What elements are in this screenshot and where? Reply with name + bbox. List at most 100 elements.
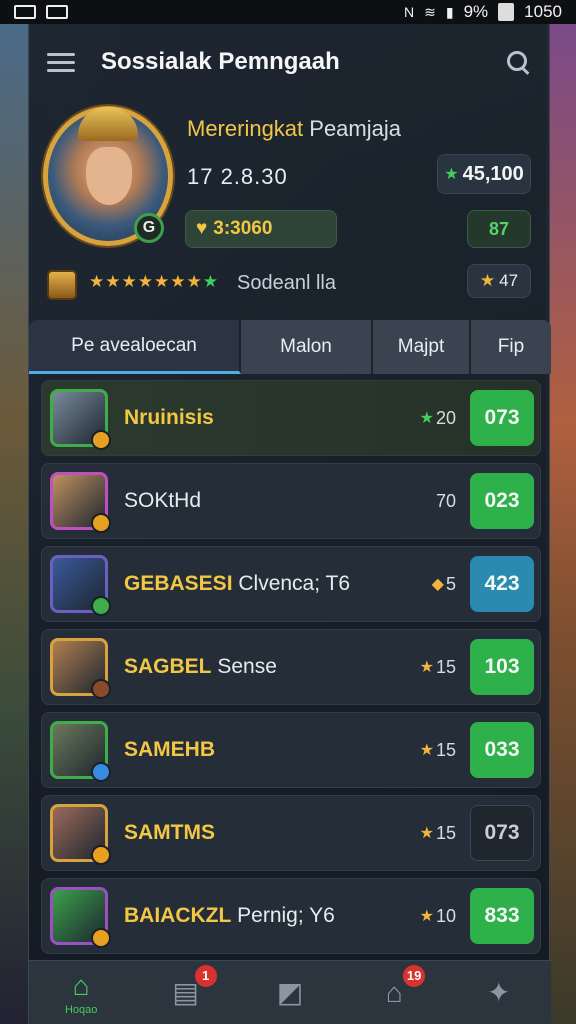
bottom-navigation: ⌂ Hoqao ▤ 1 ◩ ⌂ 19 ✦ bbox=[29, 960, 551, 1024]
player-name-highlight: Nruinisis bbox=[124, 406, 214, 429]
hero-avatar bbox=[50, 887, 111, 948]
tab-overview[interactable]: Pe avealoecan bbox=[29, 320, 241, 374]
page-title: Sossialak Pemngaah bbox=[101, 48, 340, 75]
stat-value: 70 bbox=[435, 490, 456, 511]
hero-avatar bbox=[50, 721, 111, 782]
rank-dot-icon bbox=[91, 679, 111, 699]
sim-icon bbox=[14, 5, 36, 19]
player-name-highlight: GEBASESI bbox=[124, 572, 233, 595]
menu-icon[interactable] bbox=[47, 52, 75, 72]
nav-item-inbox[interactable]: ▤ 1 bbox=[151, 963, 221, 1023]
nfc-icon: N bbox=[404, 4, 415, 20]
notification-badge: 1 bbox=[194, 964, 217, 987]
hero-avatar bbox=[50, 472, 111, 533]
nav-item-guild[interactable]: ⌂ 19 bbox=[359, 963, 429, 1023]
points-pill[interactable]: ★ 45,100 bbox=[437, 154, 531, 194]
leaderboard-list: Nruinisis ★ 20 073 SOKtHd 70 023 GEBASES… bbox=[41, 380, 541, 961]
player-avatar[interactable]: G bbox=[43, 106, 173, 246]
score-badge[interactable]: 073 bbox=[470, 390, 534, 446]
stat-value: 10 bbox=[435, 905, 456, 926]
green-star-icon: ★ bbox=[202, 272, 219, 291]
tab-fip[interactable]: Fip bbox=[471, 320, 551, 374]
table-row[interactable]: Nruinisis ★ 20 073 bbox=[41, 380, 541, 456]
signal-icon: ▮ bbox=[445, 3, 454, 20]
stat-icon: ★ bbox=[419, 908, 434, 925]
rank-dot-icon bbox=[91, 762, 111, 782]
table-row[interactable]: SAGBEL Sense ★ 15 103 bbox=[41, 629, 541, 705]
score-badge[interactable]: 033 bbox=[470, 722, 534, 778]
rank-dot-icon bbox=[91, 596, 111, 616]
pet-icon: ✦ bbox=[487, 977, 511, 1008]
rank-dot-icon bbox=[91, 845, 111, 865]
app-bar: Sossialak Pemngaah bbox=[29, 24, 549, 100]
image-icon bbox=[46, 5, 68, 19]
stat-icon: ★ bbox=[419, 742, 434, 759]
level-badge: G bbox=[134, 213, 164, 243]
player-name-highlight: SAMTMS bbox=[124, 821, 215, 844]
table-row[interactable]: GEBASESI Clvenca; T6 ◆ 5 423 bbox=[41, 546, 541, 622]
score-badge[interactable]: 023 bbox=[470, 473, 534, 529]
nav-item-pet[interactable]: ✦ bbox=[464, 963, 534, 1023]
player-name-highlight: SAGBEL bbox=[124, 655, 212, 678]
player-stat: ★ 15 bbox=[420, 823, 456, 844]
player-name: SAGBEL Sense bbox=[124, 655, 420, 679]
search-icon[interactable] bbox=[505, 49, 531, 75]
player-stat: ◆ 5 bbox=[432, 574, 456, 595]
player-name-rest: Sense bbox=[211, 655, 277, 678]
battery-percent: 9% bbox=[463, 2, 489, 21]
heart-icon: ♥ bbox=[196, 218, 208, 239]
player-stat: ★ 15 bbox=[420, 740, 456, 761]
player-name-rest: Pernig; Y6 bbox=[231, 904, 335, 927]
score-badge[interactable]: 073 bbox=[470, 805, 534, 861]
player-name: GEBASESI Clvenca; T6 bbox=[124, 572, 432, 596]
chest-icon[interactable] bbox=[47, 270, 77, 300]
rank-title-rest: Peamjaja bbox=[303, 116, 401, 141]
coins-value: 3:3060 bbox=[213, 218, 273, 239]
star-icon: ★ bbox=[444, 166, 459, 183]
stat-icon: ★ bbox=[419, 825, 434, 842]
player-name: BAIACKZL Pernig; Y6 bbox=[124, 904, 420, 928]
rank-title: Mereringkat Peamjaja bbox=[187, 116, 401, 142]
table-row[interactable]: BAIACKZL Pernig; Y6 ★ 10 833 bbox=[41, 878, 541, 954]
table-row[interactable]: SAMEHB ★ 15 033 bbox=[41, 712, 541, 788]
main-panel: Sossialak Pemngaah G Mereringkat Peamjaj… bbox=[28, 24, 551, 1024]
table-row[interactable]: SOKtHd 70 023 bbox=[41, 463, 541, 539]
nav-item-card[interactable]: ◩ bbox=[255, 963, 325, 1023]
points-value: 45,100 bbox=[462, 162, 524, 185]
table-row[interactable]: SAMTMS ★ 15 073 bbox=[41, 795, 541, 871]
status-bar: N ≋ ▮ 9% 1050 bbox=[0, 0, 576, 24]
score-badge[interactable]: 423 bbox=[470, 556, 534, 612]
card-icon: ◩ bbox=[276, 977, 304, 1008]
helmet-icon bbox=[78, 107, 138, 141]
trophy-pill[interactable]: ★ 47 bbox=[467, 264, 531, 298]
gold-stars-icon: ★★★★★★★ bbox=[89, 272, 203, 291]
player-score: 17 2.8.30 bbox=[187, 164, 288, 189]
stat-value: 5 bbox=[445, 573, 456, 594]
nav-label: Hoqao bbox=[64, 1003, 98, 1016]
tab-malon[interactable]: Malon bbox=[241, 320, 373, 374]
face-art bbox=[86, 147, 132, 205]
gems-pill[interactable]: 87 bbox=[467, 210, 531, 248]
hero-avatar bbox=[50, 555, 111, 616]
player-name-highlight: BAIACKZL bbox=[124, 904, 232, 927]
score-badge[interactable]: 833 bbox=[470, 888, 534, 944]
hero-avatar bbox=[50, 804, 111, 865]
score-badge[interactable]: 103 bbox=[470, 639, 534, 695]
stars-label: Sodeanl lla bbox=[237, 272, 336, 294]
coins-pill[interactable]: ♥ 3:3060 bbox=[185, 210, 337, 248]
tab-bar: Pe avealoecan Malon Majpt Fip bbox=[29, 320, 551, 374]
clock: 1050 bbox=[524, 2, 562, 21]
trophy-value: 47 bbox=[499, 271, 519, 290]
stat-value: 15 bbox=[435, 656, 456, 677]
nav-item-home[interactable]: ⌂ Hoqao bbox=[46, 963, 116, 1023]
tab-majpt[interactable]: Majpt bbox=[373, 320, 471, 374]
inbox-icon: ▤ bbox=[172, 977, 199, 1008]
player-stat: ★ 10 bbox=[420, 906, 456, 927]
hero-avatar bbox=[50, 638, 111, 699]
notification-badge: 19 bbox=[402, 964, 426, 987]
trophy-star-icon: ★ bbox=[479, 271, 496, 290]
player-name: Nruinisis bbox=[124, 406, 420, 430]
rank-dot-icon bbox=[91, 928, 111, 948]
rank-dot-icon bbox=[91, 430, 111, 450]
background-art-right bbox=[546, 20, 576, 1024]
